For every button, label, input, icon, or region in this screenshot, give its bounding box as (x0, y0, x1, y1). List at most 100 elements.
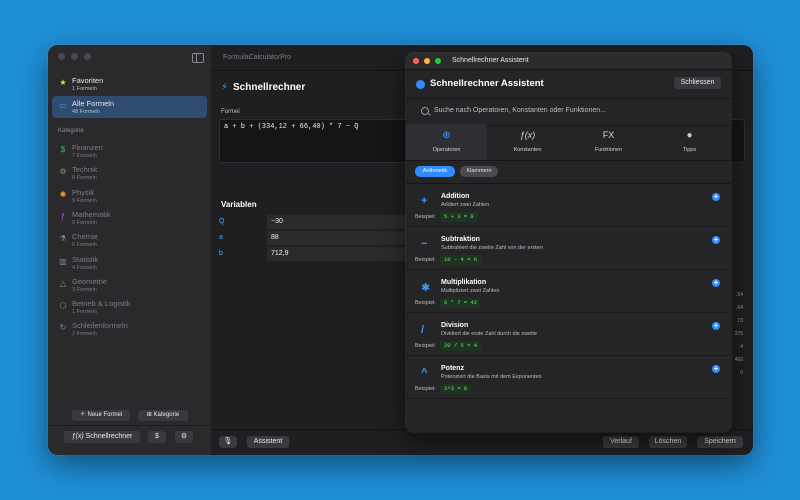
close-button[interactable]: Schliessen (674, 77, 721, 89)
panel-window-title: Schnellrechner Assistent (452, 57, 529, 64)
operator-item[interactable]: ✱ Multiplikation Multipliziert zwei Zahlen… (406, 269, 731, 313)
search-field[interactable]: Suche nach Operatoren, Konstanten oder F… (406, 98, 731, 126)
history-button[interactable]: Verlauf (603, 436, 639, 448)
new-formula-label: Neue Formel (87, 412, 123, 418)
sidebar-item-category[interactable]: ↻ Schleifenformeln 2 Formeln (52, 318, 207, 340)
tab-konstanten[interactable]: ƒ(x) Konstanten (487, 124, 568, 160)
settings-tab-icon[interactable]: ⚙ (175, 431, 193, 443)
sidebar-item-count: 48 Formeln (72, 109, 100, 115)
panel-title-bar: Schnellrechner Assistent (406, 53, 731, 70)
search-icon (421, 107, 429, 115)
operator-item[interactable]: / Division Dividiert die erste Zahl durch … (406, 312, 731, 356)
assistant-button[interactable]: Assistent (247, 436, 289, 448)
operator-name: Potenz (441, 365, 464, 372)
fx-icon: FX (602, 130, 615, 140)
add-operator-plus-icon[interactable]: + (712, 193, 720, 201)
sidebar-item-favoriten[interactable]: ★ Favoriten 1 Formeln (52, 73, 207, 95)
variable-value-input[interactable]: 88 (267, 231, 413, 245)
sidebar-item-category[interactable]: $ Finanzen 7 Formeln (52, 140, 207, 162)
operator-description: Multipliziert zwei Zahlen (441, 288, 500, 294)
function-icon: ƒ(x) (71, 433, 86, 440)
sidebar-item-category[interactable]: ▥ Statistik 4 Formeln (52, 252, 207, 274)
operator-item[interactable]: + Addition Addiert zwei Zahlen Beispiel: 5 +… (406, 183, 731, 227)
operator-description: Potenziert die Basis mit dem Exponenten (441, 374, 542, 380)
tab-schnellrechner[interactable]: ƒ(x) Schnellrechner (64, 431, 140, 443)
add-operator-plus-icon[interactable]: + (712, 365, 720, 373)
sidebar-item-alle-formeln[interactable]: ▭ Alle Formeln 48 Formeln (52, 96, 207, 118)
panel-window-controls (413, 58, 441, 64)
operator-item[interactable]: ^ Potenz Potenziert die Basis mit dem Expo… (406, 355, 731, 399)
dollar-tab-icon[interactable]: $ (148, 431, 166, 443)
panel-zoom-dot[interactable] (435, 58, 441, 64)
assistant-title: Schnellrechner Assistent (430, 78, 544, 89)
variable-row: a 88 (219, 231, 414, 245)
operator-symbol: ✱ (421, 282, 431, 294)
variable-name: Q (219, 218, 225, 225)
tab-operatoren[interactable]: ⊕ Operatoren (406, 124, 487, 160)
minimize-dot[interactable] (71, 53, 78, 60)
variable-value-input[interactable]: 712,9 (267, 247, 413, 261)
formula-label: Formel (221, 109, 240, 115)
assistant-tabs: ⊕ Operatoren ƒ(x) Konstanten FX Funktion… (406, 124, 731, 160)
chip-klammern[interactable]: Klammern (460, 166, 498, 177)
add-operator-plus-icon[interactable]: + (712, 279, 720, 287)
sidebar-item-count: 7 Formeln (72, 153, 97, 159)
sidebar-toggle-icon[interactable] (192, 53, 204, 63)
microphone-icon[interactable]: 🎙 (219, 436, 237, 448)
operator-name: Division (441, 322, 469, 329)
variable-name: b (219, 250, 223, 257)
add-operator-plus-icon[interactable]: + (712, 322, 720, 330)
plus-minus-circle-icon: ⊕ (442, 130, 451, 141)
example-code: 20 / 5 = 4 (440, 341, 482, 351)
operator-symbol: ^ (421, 367, 428, 379)
close-dot[interactable] (58, 53, 65, 60)
tab-tipps[interactable]: ● Tipps (649, 124, 730, 160)
assistant-panel: Schnellrechner Assistent Schnellrechner … (406, 53, 731, 432)
zoom-dot[interactable] (84, 53, 91, 60)
sidebar-item-count: 9 Formeln (72, 219, 97, 226)
variables-title: Variablen (221, 200, 257, 209)
operator-name: Subtraktion (441, 236, 480, 243)
app-title: FormulaCalculatorPro (223, 54, 292, 61)
sidebar-item-count: 1 Formeln (72, 86, 97, 92)
triangle-icon: △ (59, 278, 67, 288)
assistant-icon (416, 80, 425, 89)
new-formula-button[interactable]: ＋ Neue Formel (72, 410, 130, 421)
sidebar-item-category[interactable]: ⬡ Betrieb & Logistik 1 Formeln (52, 296, 207, 318)
tab-label: Konstanten (513, 147, 542, 153)
sidebar-item-category[interactable]: ƒ Mathematik 9 Formeln (52, 207, 207, 229)
example-code: 5 + 3 = 8 (440, 212, 478, 222)
new-category-button[interactable]: ⊞ Kategorie (138, 410, 188, 421)
panel-minimize-dot[interactable] (424, 58, 430, 64)
operator-item[interactable]: − Subtraktion Subtrahiert die zweite Zahl … (406, 226, 731, 270)
window-controls (58, 53, 91, 60)
variable-value-input[interactable]: −30 (267, 215, 413, 229)
sidebar-item-label: Statistik (72, 254, 99, 264)
atom-icon: ✺ (59, 189, 67, 199)
tab-label: Funktionen (594, 147, 623, 153)
sidebar-item-category[interactable]: ⚙ Technik 8 Formeln (52, 162, 207, 184)
sidebar-item-category[interactable]: ✺ Physik 9 Formeln (52, 185, 207, 207)
example-label: Beispiel: (415, 343, 436, 349)
sidebar-item-category[interactable]: ⚗ Chemie 6 Formeln (52, 229, 207, 251)
folder-icon: ▭ (59, 101, 67, 110)
add-operator-plus-icon[interactable]: + (712, 236, 720, 244)
sidebar-item-count: 1 Formeln (72, 309, 97, 316)
panel-close-dot[interactable] (413, 58, 419, 64)
sidebar-item-count: 3 Formeln (72, 286, 97, 293)
save-button[interactable]: Speichern (697, 436, 743, 448)
operator-name: Addition (441, 193, 470, 200)
loop-icon: ↻ (59, 323, 67, 333)
example-code: 2^3 = 8 (440, 384, 472, 394)
chip-arithmetik[interactable]: Arithmetik (415, 166, 455, 177)
sidebar-item-count: 6 Formeln (72, 242, 97, 249)
function-icon: ƒ (60, 211, 66, 221)
dollar-circle-icon: $ (60, 145, 66, 154)
sidebar-item-category[interactable]: △ Geometrie 3 Formeln (52, 274, 207, 296)
tab-funktionen[interactable]: FX Funktionen (568, 124, 649, 160)
bar-chart-icon: ▥ (59, 256, 67, 266)
filter-chips: Arithmetik Klammern (406, 160, 731, 184)
clear-button[interactable]: Löschen (649, 436, 687, 448)
example-code: 10 − 4 = 6 (440, 255, 482, 265)
new-category-label: Kategorie (153, 412, 180, 418)
